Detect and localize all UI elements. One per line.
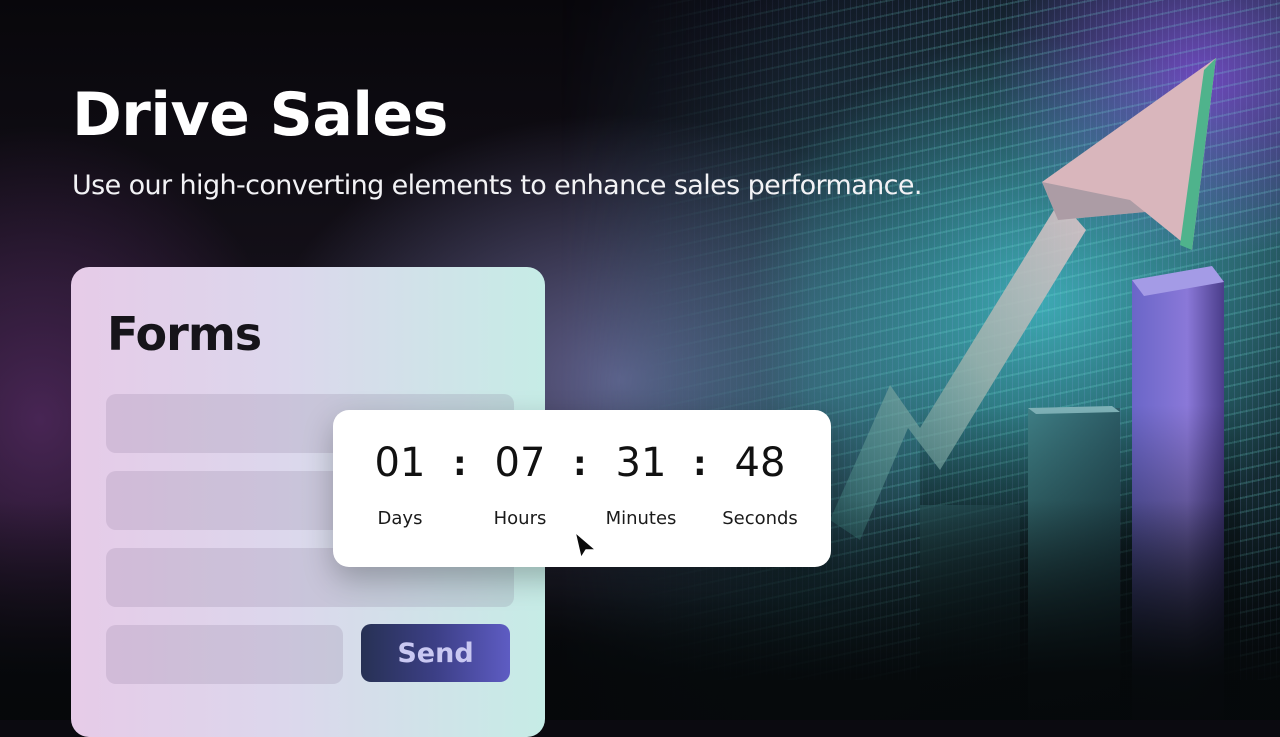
countdown-separator: : (573, 444, 587, 484)
form-field-4[interactable] (106, 625, 343, 684)
page-title: Drive Sales (72, 80, 448, 150)
send-button[interactable]: Send (361, 624, 510, 682)
page-subtitle: Use our high-converting elements to enha… (72, 170, 923, 201)
countdown-days-label: Days (377, 508, 423, 529)
mouse-cursor-icon (574, 531, 597, 559)
countdown-hours-value: 07 (494, 440, 546, 486)
countdown-minutes-value: 31 (615, 440, 667, 486)
countdown-seconds-value: 48 (734, 440, 786, 486)
form-title: Forms (107, 307, 262, 361)
countdown-minutes-label: Minutes (605, 508, 677, 529)
countdown-hours-label: Hours (493, 508, 547, 529)
countdown-days-value: 01 (374, 440, 426, 486)
countdown-seconds-label: Seconds (722, 508, 798, 529)
